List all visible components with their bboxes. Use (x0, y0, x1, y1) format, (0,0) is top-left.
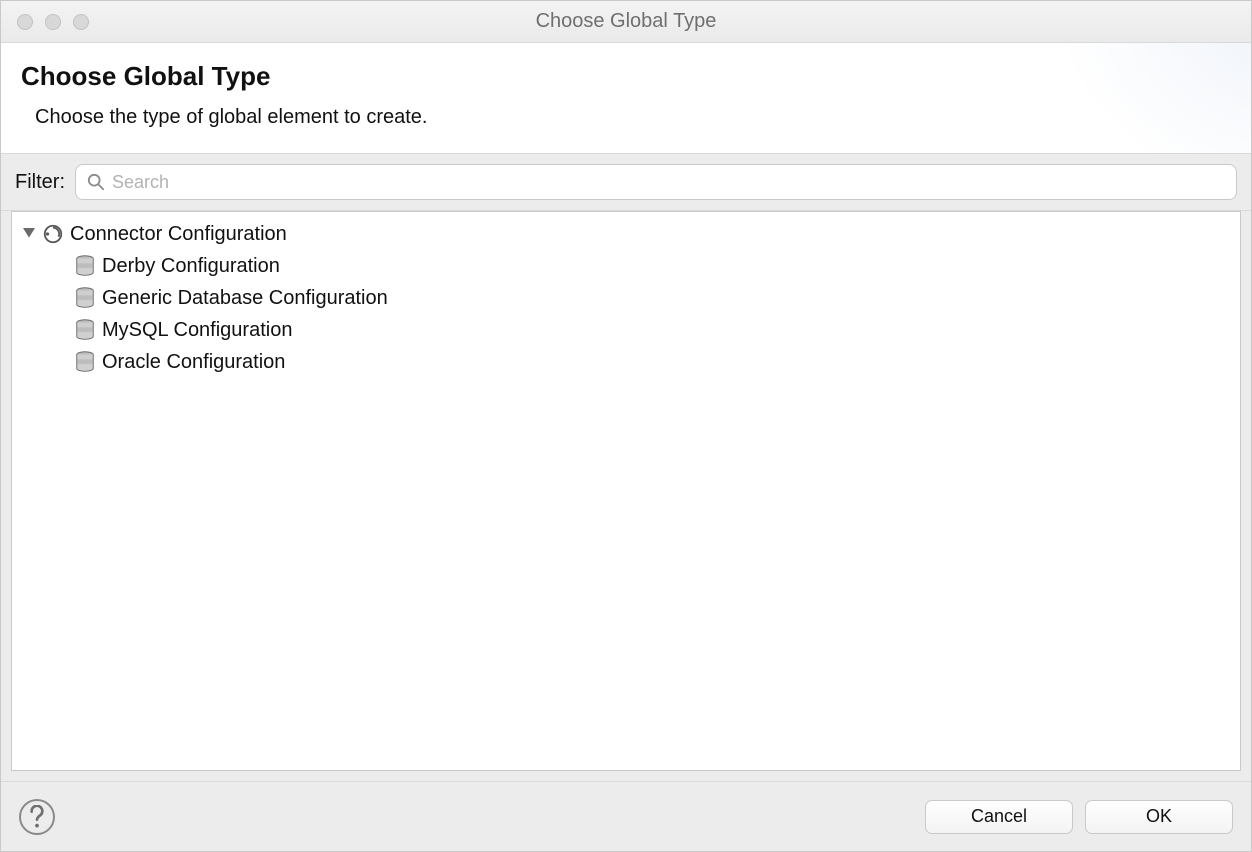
tree-item-label: Oracle Configuration (102, 351, 285, 374)
dialog-window: Choose Global Type Choose Global Type Ch… (0, 0, 1252, 852)
tree-item-label: Derby Configuration (102, 255, 280, 278)
filter-label: Filter: (15, 171, 65, 194)
banner: Choose Global Type Choose the type of gl… (1, 43, 1251, 154)
tree-item-label: MySQL Configuration (102, 319, 292, 342)
cancel-button[interactable]: Cancel (925, 800, 1073, 834)
ok-button[interactable]: OK (1085, 800, 1233, 834)
tree-item-label: Generic Database Configuration (102, 287, 388, 310)
search-input[interactable] (75, 164, 1237, 200)
search-icon (87, 173, 105, 191)
window-title: Choose Global Type (1, 10, 1251, 33)
tree-item-derby[interactable]: Derby Configuration (16, 250, 1236, 282)
banner-decoration (1051, 43, 1251, 154)
filter-bar: Filter: (1, 154, 1251, 211)
help-button[interactable] (19, 799, 55, 835)
connector-icon (40, 223, 66, 245)
titlebar[interactable]: Choose Global Type (1, 1, 1251, 43)
database-icon (72, 318, 98, 342)
tree-item-mysql[interactable]: MySQL Configuration (16, 314, 1236, 346)
type-tree[interactable]: Connector Configuration Derby Configurat… (11, 211, 1241, 771)
tree-root-label: Connector Configuration (70, 223, 287, 246)
banner-heading: Choose Global Type (21, 61, 1231, 92)
disclosure-triangle-icon[interactable] (20, 228, 38, 240)
minimize-icon[interactable] (45, 14, 61, 30)
tree-root-connector-configuration[interactable]: Connector Configuration (16, 218, 1236, 250)
tree-item-oracle[interactable]: Oracle Configuration (16, 346, 1236, 378)
help-icon (28, 805, 46, 829)
zoom-icon[interactable] (73, 14, 89, 30)
footer: Cancel OK (1, 781, 1251, 851)
database-icon (72, 350, 98, 374)
search-input-wrap (75, 164, 1237, 200)
banner-description: Choose the type of global element to cre… (35, 106, 1231, 129)
database-icon (72, 254, 98, 278)
database-icon (72, 286, 98, 310)
close-icon[interactable] (17, 14, 33, 30)
window-controls (17, 14, 89, 30)
tree-item-generic-database[interactable]: Generic Database Configuration (16, 282, 1236, 314)
